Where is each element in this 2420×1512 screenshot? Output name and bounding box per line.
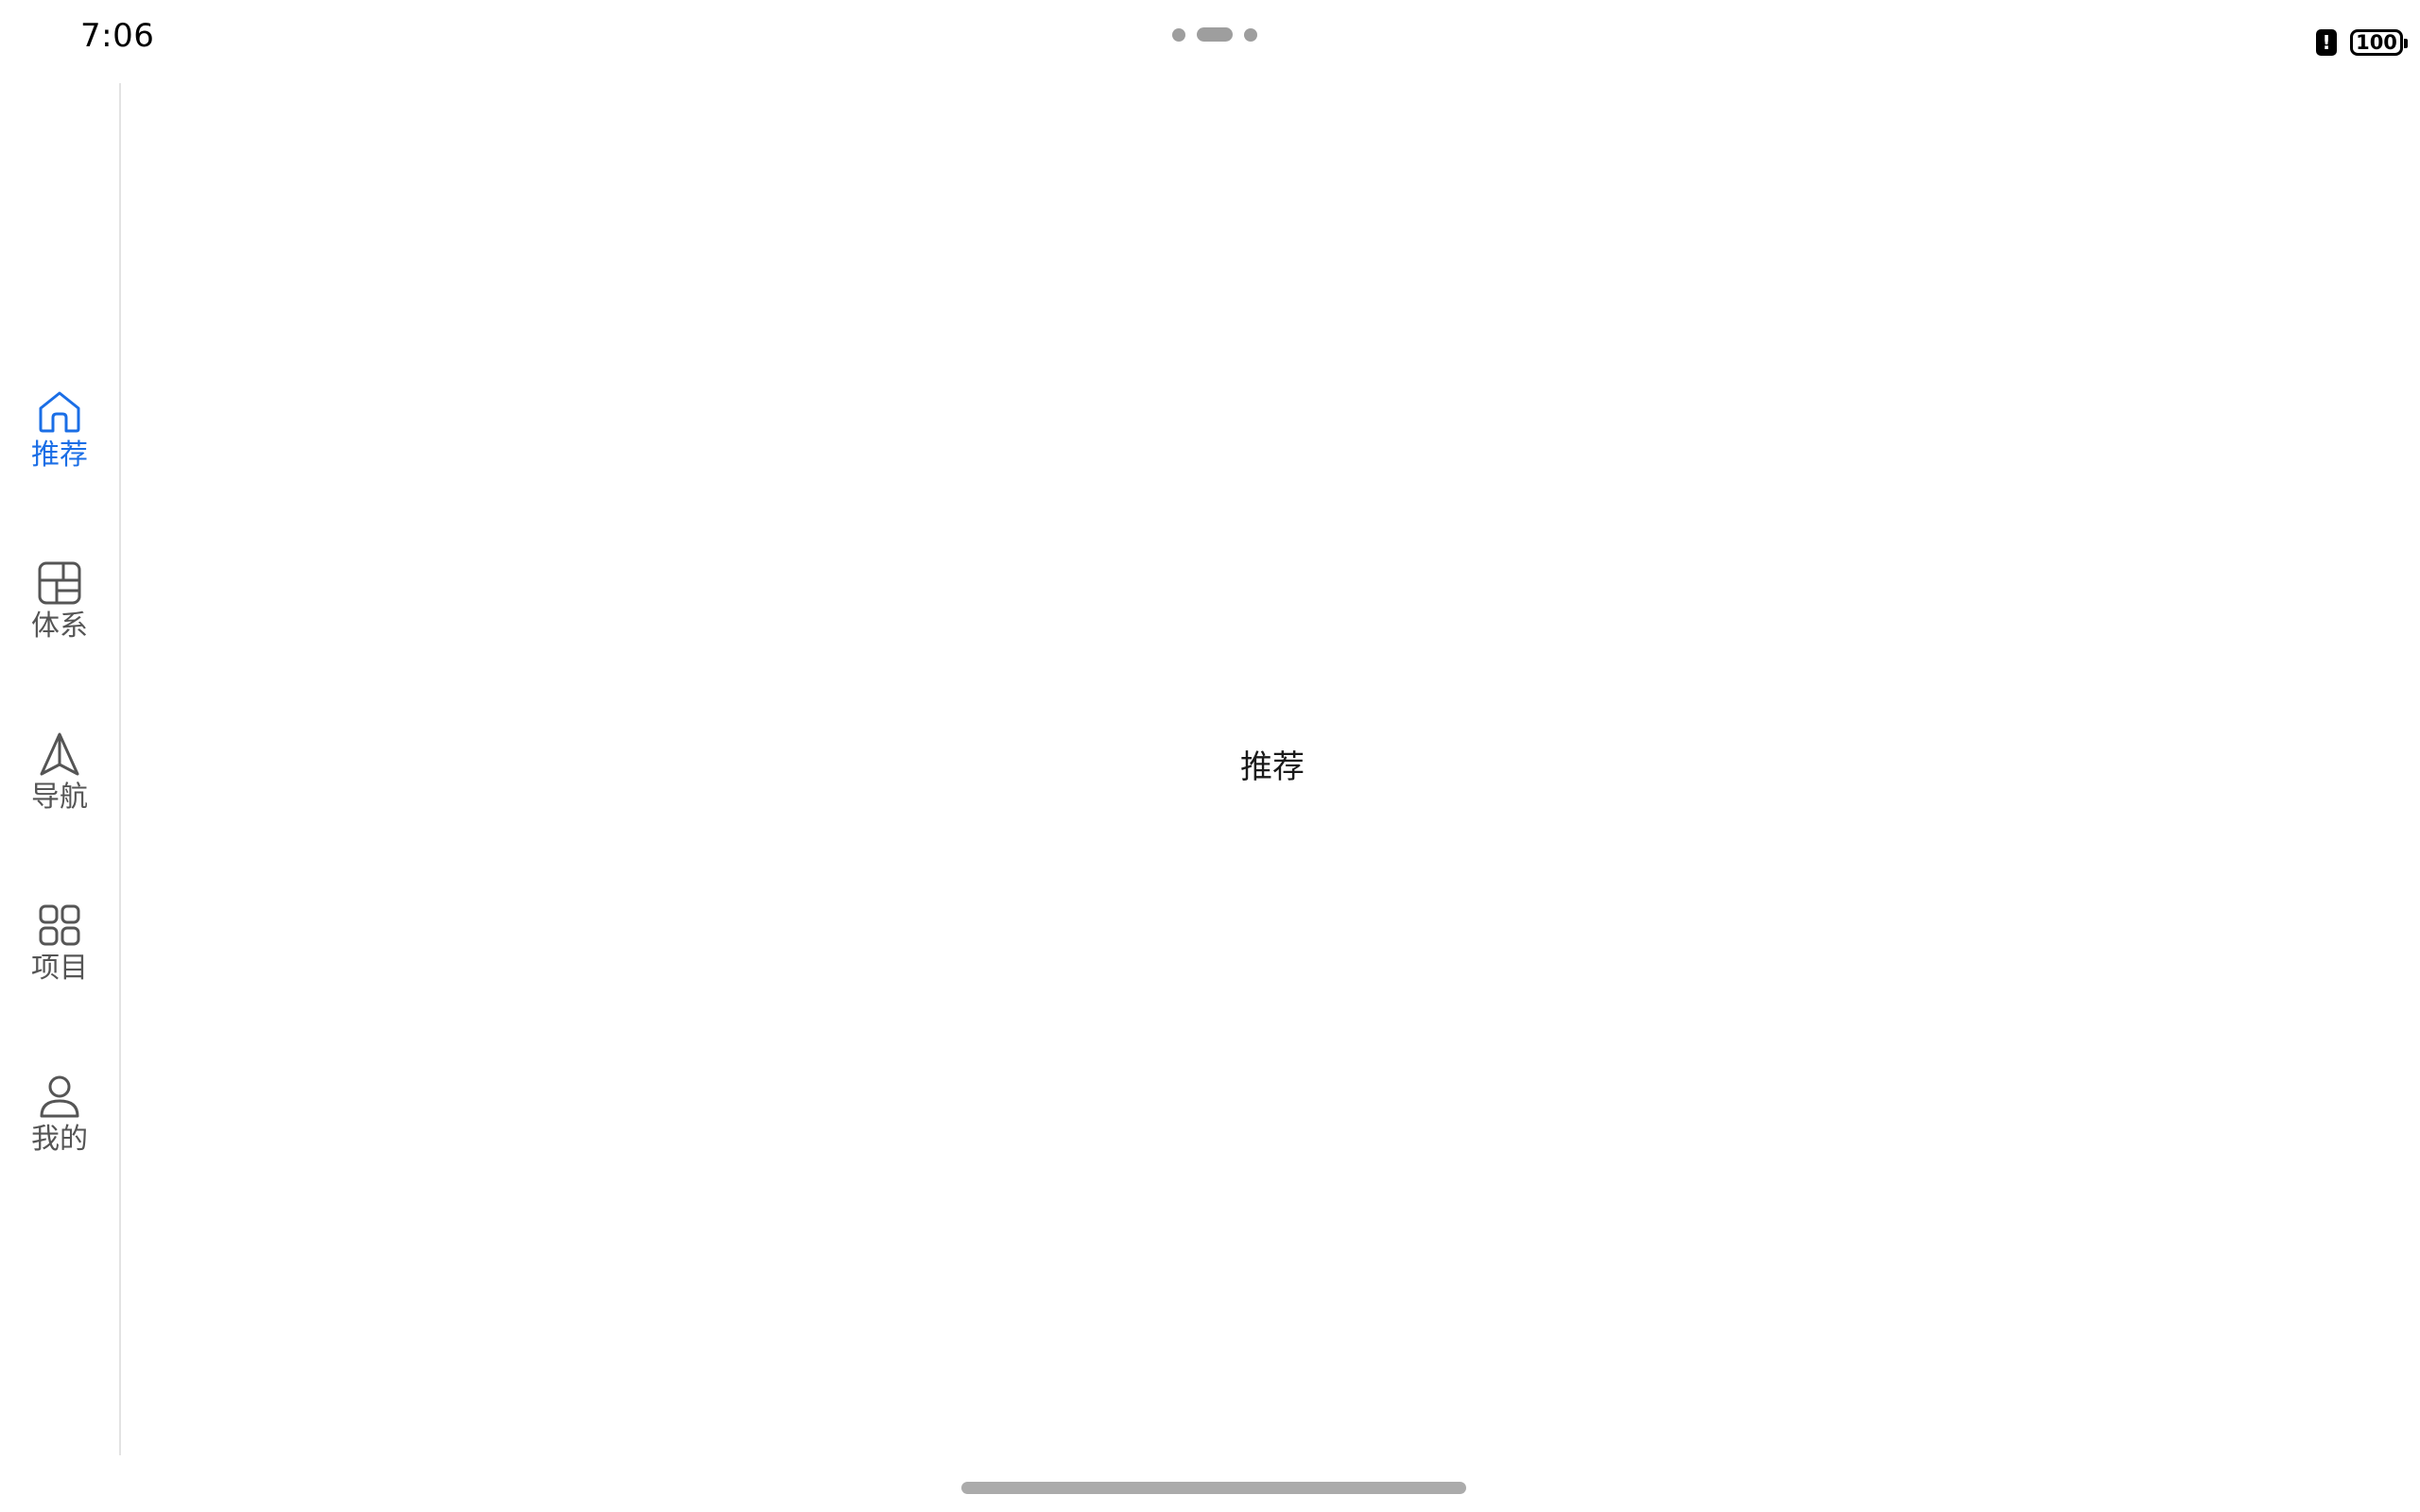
nav-item-system[interactable]: 体系 [0,558,119,662]
nav-item-label: 体系 [31,610,88,643]
side-navigation: 推荐 体系 导航 项目 我的 [0,83,119,1455]
home-indicator[interactable] [961,1482,1466,1494]
nav-item-label: 项目 [31,952,88,985]
person-icon [40,1075,79,1118]
nav-item-projects[interactable]: 项目 [0,901,119,1005]
status-icons: ! 100 [2316,26,2408,59]
alert-icon: ! [2316,29,2337,56]
nav-item-label: 导航 [31,781,88,814]
apps-grid-icon [39,904,80,946]
dot-icon [1172,28,1185,42]
nav-item-label: 推荐 [31,438,88,472]
page-title: 推荐 [1240,748,1305,786]
nav-item-recommend[interactable]: 推荐 [0,387,119,491]
dot-icon [1244,28,1257,42]
app-screen: 7:06 ! 100 推荐 体系 导航 项目 我的 推荐 [0,0,2420,1512]
navigation-arrow-icon [40,732,79,776]
battery-level: 100 [2356,30,2397,54]
nav-item-label: 我的 [31,1123,88,1156]
status-time: 7:06 [80,17,155,55]
layout-grid-icon [38,561,81,605]
main-content: 推荐 [121,83,2420,1455]
home-icon [39,391,80,433]
battery-icon: 100 [2350,29,2408,56]
pill-icon [1197,27,1233,42]
nav-item-mine[interactable]: 我的 [0,1072,119,1176]
multi-window-handle[interactable] [1172,27,1257,42]
nav-item-navigation[interactable]: 导航 [0,730,119,833]
